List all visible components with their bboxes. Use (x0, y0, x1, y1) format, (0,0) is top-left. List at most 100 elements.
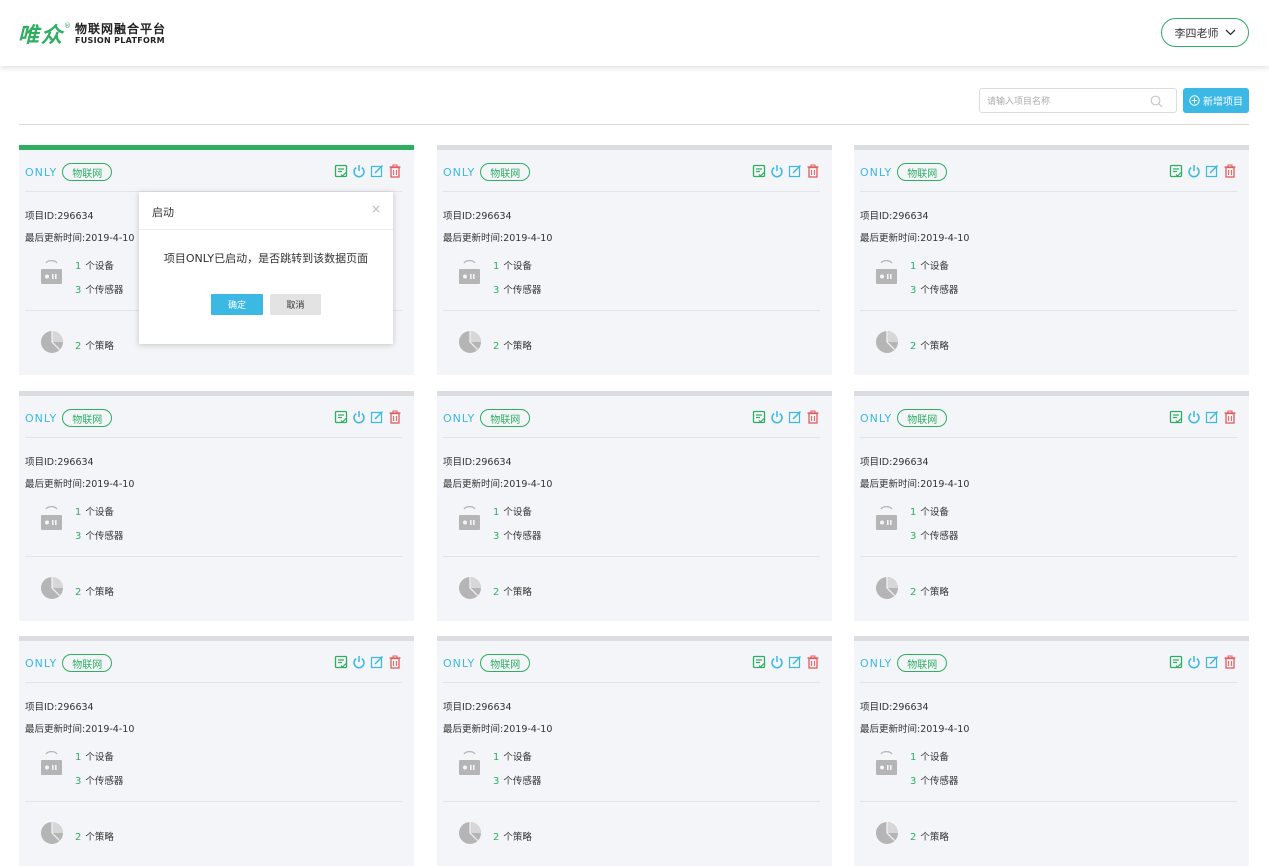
sensor-count[interactable]: 3 个传感器 (493, 773, 541, 787)
edit-icon[interactable] (788, 655, 802, 669)
strategy-count[interactable]: 2 个策略 (493, 584, 532, 598)
delete-icon[interactable] (1223, 655, 1237, 669)
device-count[interactable]: 1 个设备 (493, 749, 532, 763)
power-icon[interactable] (352, 164, 366, 178)
sensor-count[interactable]: 3 个传感器 (75, 282, 123, 296)
strategy-count[interactable]: 2 个策略 (75, 584, 114, 598)
delete-icon[interactable] (388, 410, 402, 424)
confirm-button[interactable]: 确定 (211, 294, 263, 315)
report-icon[interactable] (1169, 410, 1183, 424)
report-icon[interactable] (1169, 655, 1183, 669)
brand-logo[interactable]: 唯众 ® 物联网融合平台 FUSION PLATFORM (18, 20, 166, 48)
delete-icon[interactable] (1223, 410, 1237, 424)
device-count[interactable]: 1 个设备 (75, 749, 114, 763)
sensor-count-label: 个传感器 (503, 531, 542, 542)
strategy-count[interactable]: 2 个策略 (910, 584, 949, 598)
device-count[interactable]: 1 个设备 (910, 749, 949, 763)
project-name[interactable]: ONLY (860, 412, 892, 425)
edit-icon[interactable] (370, 655, 384, 669)
power-icon[interactable] (1187, 410, 1201, 424)
edit-icon[interactable] (370, 410, 384, 424)
strategy-count[interactable]: 2 个策略 (493, 829, 532, 843)
project-card[interactable]: ONLY 物联网 项目ID:296634 最后更新时间:2019-4-10 1个… (854, 391, 1249, 621)
delete-icon[interactable] (806, 164, 820, 178)
edit-icon[interactable] (788, 410, 802, 424)
project-card[interactable]: ONLY 物联网 项目ID:296634 最后更新时间:2019-4-10 1个… (437, 145, 832, 375)
delete-icon[interactable] (388, 164, 402, 178)
edit-icon[interactable] (1205, 164, 1219, 178)
sensor-count[interactable]: 3 个传感器 (75, 773, 123, 787)
search-icon[interactable] (1150, 95, 1163, 108)
card-actions (334, 655, 402, 669)
edit-icon[interactable] (370, 164, 384, 178)
project-name[interactable]: ONLY (25, 412, 57, 425)
power-icon[interactable] (352, 655, 366, 669)
card-actions (752, 655, 820, 669)
power-icon[interactable] (352, 410, 366, 424)
strategy-count-label: 个策略 (85, 832, 114, 843)
report-icon[interactable] (1169, 164, 1183, 178)
project-card[interactable]: ONLY 物联网 项目ID:296634 最后更新时间:2019-4-10 1个… (19, 636, 414, 866)
card-divider (443, 191, 820, 192)
strategy-count[interactable]: 2 个策略 (493, 338, 532, 352)
sensor-count[interactable]: 3 个传感器 (75, 528, 123, 542)
power-icon[interactable] (1187, 164, 1201, 178)
power-icon[interactable] (770, 164, 784, 178)
close-icon[interactable]: × (371, 203, 381, 215)
report-icon[interactable] (334, 410, 348, 424)
project-name[interactable]: ONLY (443, 412, 475, 425)
strategy-count[interactable]: 2 个策略 (75, 338, 114, 352)
report-icon[interactable] (752, 655, 766, 669)
strategy-count[interactable]: 2 个策略 (75, 829, 114, 843)
device-count[interactable]: 1 个设备 (910, 504, 949, 518)
device-count[interactable]: 1 个设备 (910, 258, 949, 272)
project-name[interactable]: ONLY (860, 657, 892, 670)
device-count-label: 个设备 (503, 261, 532, 272)
sensor-count[interactable]: 3 个传感器 (910, 773, 958, 787)
add-project-button[interactable]: 新增项目 (1183, 88, 1249, 113)
sensor-count-value: 3 (910, 285, 917, 296)
project-card[interactable]: ONLY 物联网 项目ID:296634 最后更新时间:2019-4-10 1个… (437, 391, 832, 621)
report-icon[interactable] (752, 164, 766, 178)
power-icon[interactable] (1187, 655, 1201, 669)
device-count[interactable]: 1 个设备 (493, 258, 532, 272)
delete-icon[interactable] (806, 410, 820, 424)
card-actions (1169, 410, 1237, 424)
edit-icon[interactable] (1205, 655, 1219, 669)
sensor-count[interactable]: 3 个传感器 (910, 282, 958, 296)
project-name[interactable]: ONLY (25, 166, 57, 179)
project-name[interactable]: ONLY (443, 657, 475, 670)
project-card[interactable]: ONLY 物联网 项目ID:296634 最后更新时间:2019-4-10 1个… (854, 145, 1249, 375)
sensor-count[interactable]: 3 个传感器 (493, 528, 541, 542)
project-id: 项目ID:296634 (25, 457, 94, 468)
cancel-button[interactable]: 取消 (270, 294, 321, 315)
project-id: 项目ID:296634 (860, 702, 929, 713)
report-icon[interactable] (334, 655, 348, 669)
strategy-count[interactable]: 2 个策略 (910, 338, 949, 352)
power-icon[interactable] (770, 410, 784, 424)
delete-icon[interactable] (388, 655, 402, 669)
power-icon[interactable] (770, 655, 784, 669)
delete-icon[interactable] (1223, 164, 1237, 178)
delete-icon[interactable] (806, 655, 820, 669)
sensor-count[interactable]: 3 个传感器 (910, 528, 958, 542)
report-icon[interactable] (334, 164, 348, 178)
edit-icon[interactable] (1205, 410, 1219, 424)
card-header: ONLY 物联网 (443, 162, 531, 182)
project-name[interactable]: ONLY (25, 657, 57, 670)
search-input[interactable] (980, 90, 1140, 114)
device-count[interactable]: 1 个设备 (493, 504, 532, 518)
sensor-count[interactable]: 3 个传感器 (493, 282, 541, 296)
device-count[interactable]: 1 个设备 (75, 504, 114, 518)
project-card[interactable]: ONLY 物联网 项目ID:296634 最后更新时间:2019-4-10 1个… (854, 636, 1249, 866)
report-icon[interactable] (752, 410, 766, 424)
project-card[interactable]: ONLY 物联网 项目ID:296634 最后更新时间:2019-4-10 1个… (19, 391, 414, 621)
sensor-count-label: 个传感器 (85, 285, 124, 296)
strategy-count[interactable]: 2 个策略 (910, 829, 949, 843)
project-name[interactable]: ONLY (443, 166, 475, 179)
device-count[interactable]: 1 个设备 (75, 258, 114, 272)
project-card[interactable]: ONLY 物联网 项目ID:296634 最后更新时间:2019-4-10 1个… (437, 636, 832, 866)
user-menu-button[interactable]: 李四老师 (1161, 18, 1249, 47)
project-name[interactable]: ONLY (860, 166, 892, 179)
edit-icon[interactable] (788, 164, 802, 178)
